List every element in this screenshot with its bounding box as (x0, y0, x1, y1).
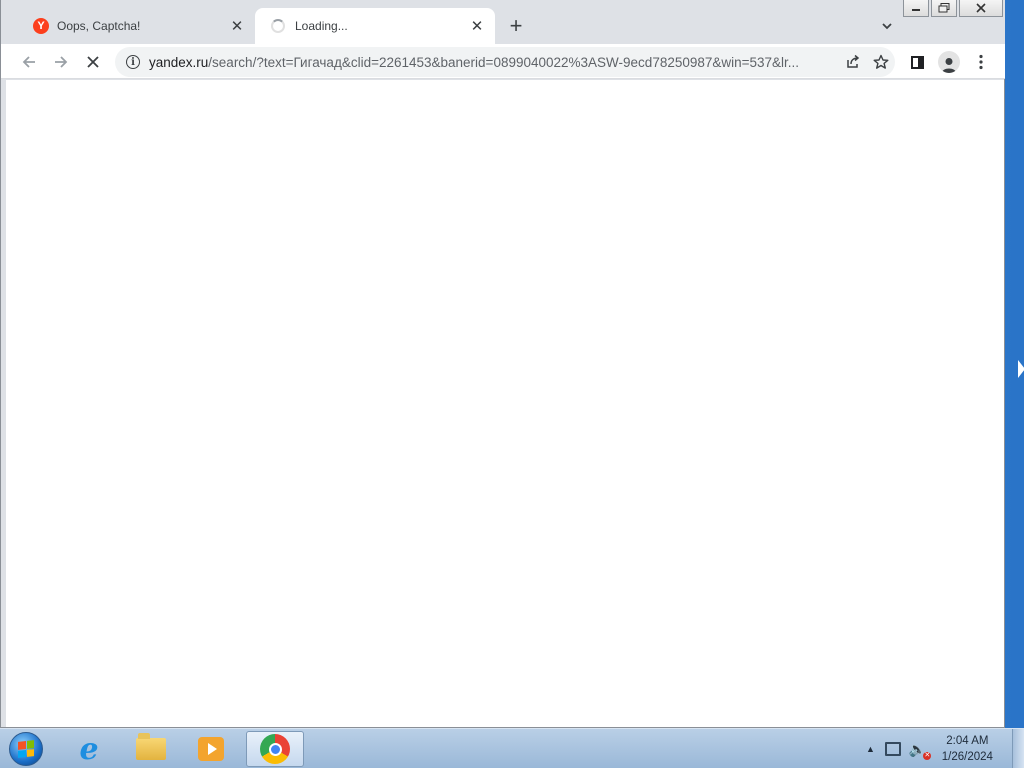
clock-date: 1/26/2024 (941, 751, 993, 763)
taskbar-file-explorer[interactable] (122, 731, 180, 767)
system-tray: ▲ 🔈 ✕ 2:04 AM 1/26/2024 (866, 729, 998, 768)
page-content-area (6, 80, 1004, 727)
site-info-icon[interactable]: i (126, 55, 140, 69)
url-text[interactable]: yandex.ru/search/?text=Гигачад&clid=2261… (149, 55, 839, 70)
side-panel-button[interactable] (903, 48, 931, 76)
back-button[interactable] (15, 48, 43, 76)
taskbar-media-player[interactable] (182, 731, 240, 767)
bookmark-star-icon[interactable] (867, 48, 895, 76)
volume-muted-icon[interactable]: 🔈 ✕ (909, 741, 932, 760)
show-hidden-icons-arrow-icon[interactable]: ▲ (866, 744, 875, 754)
more-menu-button[interactable] (967, 48, 995, 76)
back-arrow-icon (22, 56, 35, 68)
browser-window: Y Oops, Captcha! ✕ Loading... ✕ + i yand… (0, 0, 1005, 728)
side-panel-icon (910, 55, 924, 69)
url-host: yandex.ru (149, 54, 209, 70)
tab-title: Oops, Captcha! (57, 19, 141, 33)
tab-strip: Y Oops, Captcha! ✕ Loading... ✕ + (1, 0, 1005, 44)
tab-loading[interactable]: Loading... ✕ (255, 8, 495, 44)
window-controls (901, 0, 1003, 18)
forward-arrow-icon (55, 56, 68, 68)
taskbar-internet-explorer[interactable]: e (60, 731, 118, 767)
tab-oops-captcha[interactable]: Y Oops, Captcha! ✕ (17, 8, 255, 44)
kebab-menu-icon (979, 54, 983, 70)
close-tab-icon[interactable]: ✕ (469, 18, 485, 35)
close-tab-icon[interactable]: ✕ (229, 18, 245, 35)
start-button[interactable] (6, 731, 46, 767)
forward-button[interactable] (47, 48, 75, 76)
stop-x-icon (87, 56, 99, 68)
folder-icon (136, 733, 166, 760)
windows-logo-icon (9, 732, 43, 766)
toolbar-actions (903, 48, 999, 76)
loading-spinner-icon (271, 19, 285, 33)
clock-time: 2:04 AM (946, 735, 989, 747)
profile-button[interactable] (935, 48, 963, 76)
share-icon[interactable] (839, 48, 867, 76)
tab-title: Loading... (295, 19, 348, 33)
chrome-icon (260, 734, 290, 764)
show-desktop-button[interactable] (1012, 729, 1024, 768)
browser-toolbar: i yandex.ru/search/?text=Гигачад&clid=22… (1, 44, 1005, 79)
minimize-button[interactable] (903, 0, 929, 17)
tab-search-chevron-icon[interactable] (877, 16, 897, 36)
new-tab-button[interactable]: + (504, 13, 528, 38)
yandex-favicon-icon: Y (33, 18, 49, 34)
profile-avatar-icon (938, 51, 960, 73)
maximize-button[interactable] (931, 0, 957, 17)
url-path: /search/?text=Гигачад&clid=2261453&baner… (208, 54, 800, 70)
taskbar: e ▲ 🔈 ✕ 2:04 AM 1/26/2024 (0, 728, 1024, 768)
close-window-button[interactable] (959, 0, 1003, 17)
network-icon[interactable] (884, 742, 901, 756)
taskbar-google-chrome[interactable] (246, 731, 304, 767)
media-player-icon (198, 737, 224, 761)
internet-explorer-icon: e (79, 731, 99, 767)
address-bar[interactable]: i yandex.ru/search/?text=Гигачад&clid=22… (115, 47, 895, 77)
mouse-cursor-icon (1018, 360, 1024, 378)
stop-loading-button[interactable] (79, 48, 107, 76)
clock[interactable]: 2:04 AM 1/26/2024 (936, 733, 998, 765)
